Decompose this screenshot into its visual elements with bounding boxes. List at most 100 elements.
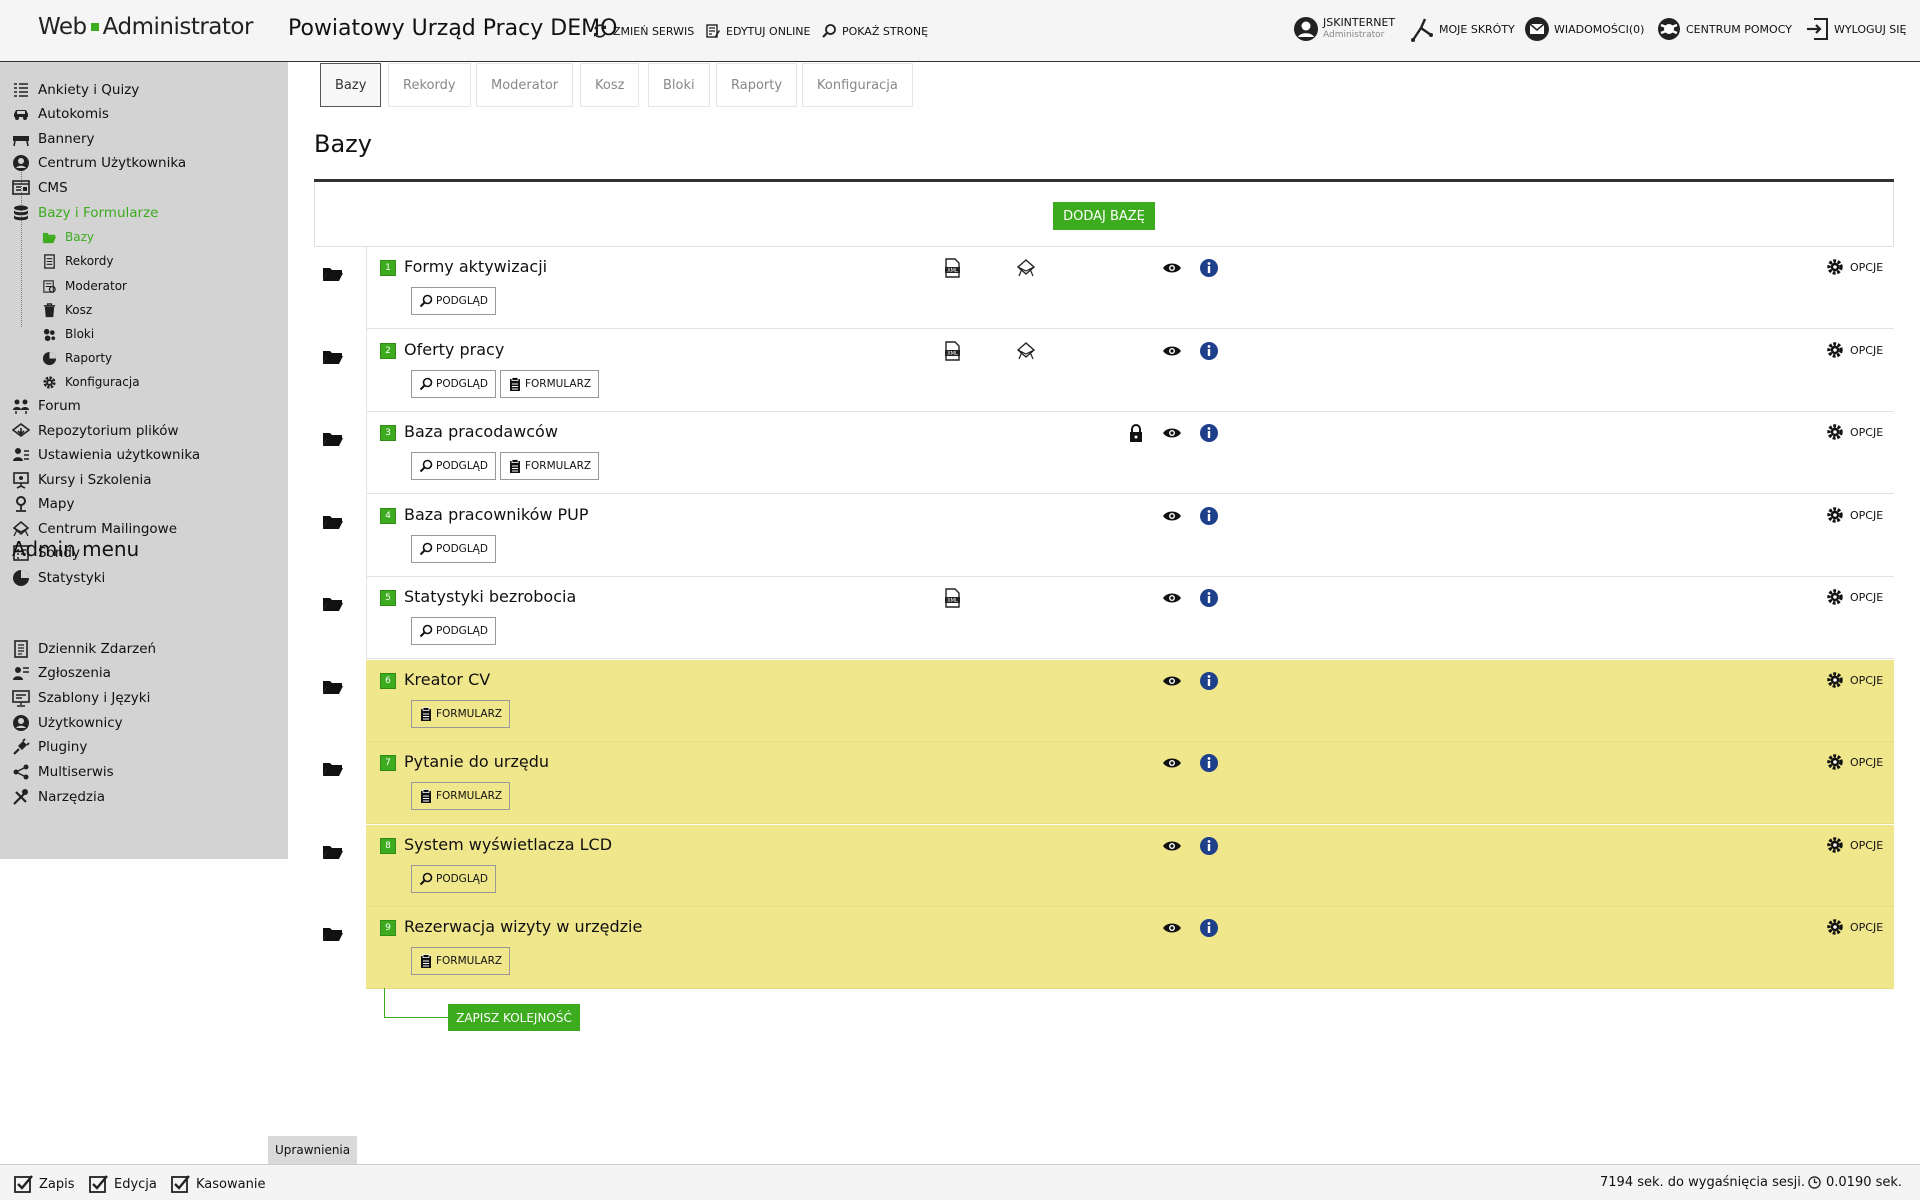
shortcuts-button[interactable]: MOJE SKRÓTY [1409,16,1515,42]
permission-edit[interactable]: Edycja [89,1174,157,1194]
info-icon[interactable] [1199,506,1219,526]
permission-delete[interactable]: Kasowanie [171,1174,265,1194]
tab-bazy[interactable]: Bazy [320,63,382,107]
info-icon[interactable] [1199,753,1219,773]
tab-kosz[interactable]: Kosz [580,63,640,107]
form-button[interactable]: FORMULARZ [411,782,511,810]
folder-icon[interactable] [322,348,344,366]
sidebar-item-plugins[interactable]: Pluginy [12,737,87,757]
tab-raporty[interactable]: Raporty [716,63,798,107]
tab-konfiguracja[interactable]: Konfiguracja [802,63,913,107]
form-button[interactable]: FORMULARZ [411,700,511,728]
help-center-button[interactable]: CENTRUM POMOCY [1656,16,1792,42]
sidebar-item-surveys[interactable]: Ankiety i Quizy [12,80,139,100]
database-name[interactable]: Kreator CV [404,670,490,689]
info-icon[interactable] [1199,588,1219,608]
preview-button[interactable]: PODGLĄD [411,287,496,315]
sidebar-sub-raporty[interactable]: Raporty [42,348,112,368]
folder-icon[interactable] [322,925,344,943]
user-menu[interactable]: JSKINTERNET Administrator [1293,16,1395,42]
sidebar-sub-bloki[interactable]: Bloki [42,324,94,344]
sidebar-item-users[interactable]: Użytkownicy [12,713,123,733]
sidebar-item-user-center[interactable]: Centrum Użytkownika [12,153,186,173]
tab-moderator[interactable]: Moderator [476,63,574,107]
logout-button[interactable]: WYLOGUJ SIĘ [1804,16,1906,42]
options-button[interactable]: OPCJE [1826,588,1883,606]
sidebar-item-banners[interactable]: Bannery [12,129,95,149]
options-button[interactable]: OPCJE [1826,671,1883,689]
visibility-icon[interactable] [1162,506,1182,526]
permission-write[interactable]: Zapis [14,1174,75,1194]
sidebar-item-databases[interactable]: Bazy i Formularze [12,203,158,223]
sidebar-item-repository[interactable]: Repozytorium plików [12,421,179,441]
folder-icon[interactable] [322,843,344,861]
xml-export-icon[interactable]: XML [942,588,962,608]
mailing-icon[interactable] [1016,341,1036,361]
options-button[interactable]: OPCJE [1826,341,1883,359]
tab-bloki[interactable]: Bloki [648,63,710,107]
preview-button[interactable]: PODGLĄD [411,865,496,893]
edit-online-button[interactable]: EDYTUJ ONLINE [705,23,811,39]
options-button[interactable]: OPCJE [1826,753,1883,771]
sidebar-item-tickets[interactable]: Zgłoszenia [12,663,111,683]
sidebar-sub-bazy[interactable]: Bazy [42,227,94,247]
sidebar-item-courses[interactable]: Kursy i Szkolenia [12,470,152,490]
sidebar-item-cms[interactable]: CMS [12,178,68,198]
preview-button[interactable]: PODGLĄD [411,370,496,398]
sidebar-item-stats[interactable]: Statystyki [12,568,105,588]
database-name[interactable]: Pytanie do urzędu [404,752,549,771]
visibility-icon[interactable] [1162,918,1182,938]
sidebar-item-templates[interactable]: Szablony i Języki [12,688,150,708]
sidebar-item-autokomis[interactable]: Autokomis [12,104,109,124]
permissions-tab[interactable]: Uprawnienia [268,1136,358,1164]
folder-icon[interactable] [322,265,344,283]
sidebar-sub-konfiguracja[interactable]: Konfiguracja [42,372,140,392]
options-button[interactable]: OPCJE [1826,423,1883,441]
info-icon[interactable] [1199,918,1219,938]
folder-icon[interactable] [322,760,344,778]
sidebar-item-forum[interactable]: Forum [12,396,81,416]
sidebar-item-user-settings[interactable]: Ustawienia użytkownika [12,445,200,465]
lock-icon[interactable] [1126,423,1146,443]
sidebar-item-event-log[interactable]: Dziennik Zdarzeń [12,639,156,659]
database-name[interactable]: Baza pracodawców [404,422,558,441]
tab-rekordy[interactable]: Rekordy [388,63,471,107]
info-icon[interactable] [1199,258,1219,278]
database-name[interactable]: Formy aktywizacji [404,257,547,276]
sidebar-sub-rekordy[interactable]: Rekordy [42,251,114,271]
xml-export-icon[interactable]: XML [942,258,962,278]
show-page-button[interactable]: POKAŻ STRONĘ [821,23,928,39]
folder-icon[interactable] [322,430,344,448]
options-button[interactable]: OPCJE [1826,836,1883,854]
visibility-icon[interactable] [1162,836,1182,856]
database-name[interactable]: Baza pracowników PUP [404,505,589,524]
info-icon[interactable] [1199,341,1219,361]
preview-button[interactable]: PODGLĄD [411,452,496,480]
visibility-icon[interactable] [1162,423,1182,443]
info-icon[interactable] [1199,671,1219,691]
add-database-button[interactable]: DODAJ BAZĘ [1053,202,1155,230]
preview-button[interactable]: PODGLĄD [411,535,496,563]
xml-export-icon[interactable]: XML [942,341,962,361]
app-logo[interactable]: Web Administrator [38,14,253,40]
form-button[interactable]: FORMULARZ [500,452,600,480]
messages-button[interactable]: WIADOMOŚCI(0) [1524,16,1644,42]
form-button[interactable]: FORMULARZ [500,370,600,398]
sidebar-sub-moderator[interactable]: Moderator [42,276,127,296]
visibility-icon[interactable] [1162,753,1182,773]
sidebar-item-tools[interactable]: Narzędzia [12,787,105,807]
options-button[interactable]: OPCJE [1826,258,1883,276]
database-name[interactable]: Oferty pracy [404,340,504,359]
mailing-icon[interactable] [1016,258,1036,278]
folder-icon[interactable] [322,513,344,531]
info-icon[interactable] [1199,423,1219,443]
save-order-button[interactable]: ZAPISZ KOLEJNOŚĆ [448,1004,580,1031]
folder-icon[interactable] [322,595,344,613]
sidebar-item-maps[interactable]: Mapy [12,494,74,514]
visibility-icon[interactable] [1162,671,1182,691]
sidebar-sub-kosz[interactable]: Kosz [42,300,92,320]
change-site-button[interactable]: ZMIEŃ SERWIS [592,23,694,39]
database-name[interactable]: System wyświetlacza LCD [404,835,612,854]
folder-icon[interactable] [322,678,344,696]
form-button[interactable]: FORMULARZ [411,947,511,975]
